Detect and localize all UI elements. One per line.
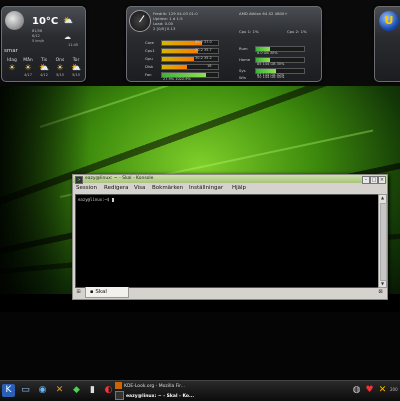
storage-value: 50 144 GB 44%: [257, 75, 285, 79]
clock-widget[interactable]: U: [374, 6, 400, 82]
tools-icon[interactable]: ✕: [53, 384, 66, 397]
menu-hjalp[interactable]: Hjälp: [232, 183, 246, 193]
sensor-label: Cpu1: [145, 48, 155, 53]
file-manager-icon[interactable]: ◆: [70, 384, 83, 397]
storage-label: Win: [239, 75, 247, 80]
forecast-day: Idag ☀: [4, 58, 20, 73]
sensor-value: 27.9% 1022.9%: [163, 77, 191, 81]
window-titlebar[interactable]: > eazy@linux: ~ - Skal - Konsole – □ ×: [73, 175, 387, 184]
scroll-up-icon[interactable]: ▲: [379, 195, 386, 201]
menu-redigera[interactable]: Redigera: [104, 183, 128, 193]
menu-session[interactable]: Session: [76, 183, 97, 193]
sensor-label: Core: [145, 40, 154, 45]
tray-tools-icon[interactable]: ✕: [376, 384, 389, 397]
terminal-icon: ▪: [90, 289, 94, 295]
system-monitor-widget[interactable]: Fredrik: 129 04-03 01:0 Uptime: 1 d 1:5 …: [126, 6, 322, 82]
close-tab-icon[interactable]: ⊠: [377, 289, 384, 296]
kde-menu-icon[interactable]: K: [2, 384, 15, 397]
sun-cloud-icon: ⛅: [63, 16, 73, 25]
weather-detail: 6/12: [32, 34, 40, 38]
shell-prompt: eazy@linux:~$: [78, 197, 114, 202]
widget-strip: 10°C ⛅ 81/56 6/12 5 km/h ☁ 11:45 smar Id…: [0, 0, 400, 86]
browser-icon[interactable]: ◉: [36, 384, 49, 397]
storage-label: Sys: [239, 68, 246, 73]
weather-detail: 81/56: [32, 29, 43, 33]
tray-heart-icon[interactable]: ♥: [363, 384, 376, 397]
terminal-icon[interactable]: ▮: [86, 384, 99, 397]
temperature: 10°C: [32, 16, 59, 27]
scrollbar[interactable]: ▲ ▼: [378, 194, 387, 288]
desktop-icon[interactable]: ▭: [19, 384, 32, 397]
browser-icon: [115, 382, 122, 389]
sysinfo-line: 2 [0/0] 0.13: [153, 26, 176, 31]
weather-location: smar: [4, 48, 18, 54]
cpu-load: Cpu 1: 1%: [239, 29, 259, 34]
konsole-window[interactable]: > eazy@linux: ~ - Skal - Konsole – □ × S…: [72, 174, 388, 300]
menu-bokmarken[interactable]: Bokmärken: [152, 183, 183, 193]
tray-icon[interactable]: ◍: [350, 384, 363, 397]
storage-label: Rum: [239, 46, 248, 51]
sensor-bar-fill: [162, 65, 188, 69]
media-icon[interactable]: ◐: [102, 384, 115, 397]
storage-value: 85 144 GB 30%: [257, 62, 285, 66]
sensor-bar-fill: [162, 57, 195, 61]
storage-label: Home: [239, 57, 251, 62]
panel-clock: 200: [390, 387, 398, 392]
sensor-value: 30.2 37.0: [195, 40, 212, 44]
menu-installningar[interactable]: Inställningar: [189, 183, 223, 193]
sensor-label: Disk: [145, 64, 154, 69]
menu-visa[interactable]: Visa: [134, 183, 145, 193]
gauge-icon: [129, 10, 151, 32]
new-tab-icon[interactable]: ⊞: [75, 289, 82, 296]
terminal-icon: [115, 391, 124, 400]
forecast-day: Tis ⛅ 4/12: [36, 58, 52, 77]
sun-icon: ☀: [8, 63, 16, 72]
forecast-day: Ons ☀ 5/15: [52, 58, 68, 77]
storage-value: 6.0 GB 30%: [257, 51, 278, 55]
weather-detail: 5 km/h: [32, 39, 45, 43]
task-konsole[interactable]: eazy@linux: ~ - Skal - Ko...: [115, 391, 209, 400]
sensor-label: Gpu: [145, 56, 153, 61]
task-browser[interactable]: KDE-Look.org - Mozilla Fir...: [115, 382, 209, 391]
sun-cloud-icon: ⛅: [71, 63, 81, 72]
sun-cloud-icon: ⛅: [39, 63, 49, 72]
window-title: eazy@linux: ~ - Skal - Konsole: [85, 176, 154, 181]
sun-icon: ☀: [24, 63, 32, 72]
sensor-label: Fan: [145, 72, 152, 77]
terminal-area[interactable]: eazy@linux:~$: [75, 194, 379, 288]
forecast: Idag ☀ Mån ☀ 4/17 Tis ⛅ 4/12 Ons ☀ 5/15 Tor ⛅ 5/1…: [4, 58, 84, 84]
tab-bar: ⊞ ▪ Skal ⊠: [73, 287, 387, 299]
clock-ball-icon: U: [379, 11, 399, 31]
tab-skal[interactable]: ▪ Skal: [85, 287, 129, 298]
weather-time: 11:45: [68, 43, 79, 47]
sensor-bar-fill: [162, 49, 198, 53]
forecast-day: Tor ⛅ 5/15: [68, 58, 84, 77]
cpu-load: Cpu 2: 1%: [287, 29, 307, 34]
sensor-value: 30.2 35.7: [195, 48, 212, 52]
menu-bar: Session Redigera Visa Bokmärken Inställn…: [73, 183, 387, 193]
scroll-thumb[interactable]: [380, 203, 387, 281]
taskbar-panel: K ▭ ◉ ✕ ◆ ▮ ◐ KDE-Look.org - Mozilla Fir…: [0, 380, 400, 401]
cursor: [111, 198, 114, 202]
cloud-icon: ☁: [64, 33, 71, 41]
moon-icon: [5, 11, 24, 30]
sensor-value: 30.2 35.2: [195, 56, 212, 60]
sun-icon: ☀: [56, 63, 64, 72]
weather-widget[interactable]: 10°C ⛅ 81/56 6/12 5 km/h ☁ 11:45 smar Id…: [1, 6, 86, 82]
cpu-model: AMD Athlon 64 X2 4800+: [239, 11, 288, 16]
forecast-day: Mån ☀ 4/17: [20, 58, 36, 77]
sensor-value: 16: [207, 64, 212, 68]
